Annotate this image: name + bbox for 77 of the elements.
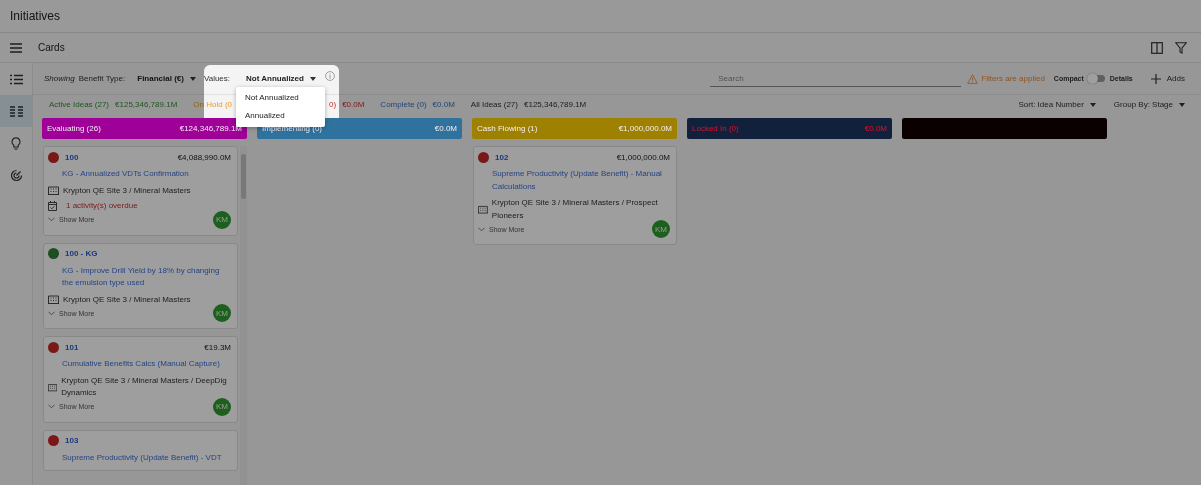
filters-notice: Filters are applied <box>981 74 1045 83</box>
idea-amount: €4,088,990.0M <box>177 152 231 162</box>
showing-label: Showing <box>44 74 75 83</box>
summary-value: €0.0M <box>432 100 455 109</box>
idea-card[interactable]: 103 Supreme Productivity (Update Benefit) - VDT <box>43 429 238 471</box>
building-icon <box>48 382 58 392</box>
filter-icon[interactable] <box>1175 41 1187 54</box>
chevron-icon <box>48 310 55 316</box>
benefit-type-label: Benefit Type: <box>78 74 126 83</box>
idea-number[interactable]: 100 - KG <box>65 249 98 258</box>
idea-amount: €19.3M <box>204 342 231 352</box>
caret-icon <box>189 76 196 81</box>
radar-icon <box>9 168 23 182</box>
plus-icon <box>1150 73 1161 84</box>
stage-name: Locked In (0) <box>692 124 739 133</box>
benefit-type-dropdown[interactable]: Financial (€) <box>137 74 196 83</box>
summary-label[interactable]: Complete (0) <box>380 100 427 109</box>
idea-location: Krypton QE Site 3 / Mineral Masters <box>63 293 191 306</box>
building-icon <box>478 205 488 214</box>
chevron-icon <box>478 226 485 232</box>
idea-amount: €1,000,000.0M <box>616 152 670 162</box>
values-dropdown[interactable]: Not Annualized <box>246 74 316 83</box>
view-toggle[interactable] <box>1088 75 1105 82</box>
idea-title[interactable]: Cumulative Benefits Calcs (Manual Capture) <box>48 358 231 371</box>
window-title: Initiatives <box>10 9 61 23</box>
idea-number[interactable]: 101 <box>65 342 79 352</box>
list-icon <box>9 73 23 85</box>
lightbulb-icon <box>11 136 21 150</box>
stage-name: Evaluating (26) <box>47 124 101 133</box>
idea-location: Krypton QE Site 3 / Mineral Masters / Prospect Pioneers <box>491 197 659 222</box>
stage-amount: €0.0M <box>864 124 887 133</box>
owner-avatar: KM <box>652 220 670 238</box>
summary-label[interactable]: Active Ideas (27) <box>49 100 110 109</box>
caret-icon <box>1179 102 1185 107</box>
idea-title[interactable]: KG - Annualized VDTs Confirmation <box>48 168 231 181</box>
scrollbar[interactable] <box>240 146 247 485</box>
idea-number[interactable]: 100 <box>65 152 79 162</box>
owner-avatar: KM <box>213 304 231 322</box>
idea-location: Krypton QE Site 3 / Mineral Masters / DeepDig Dynamics <box>61 374 228 399</box>
menu-icon[interactable] <box>10 42 22 53</box>
columns-icon[interactable] <box>1151 41 1163 54</box>
menu-option[interactable]: Not Annualized <box>236 89 325 107</box>
owner-avatar: KM <box>213 397 231 416</box>
idea-location: Krypton QE Site 3 / Mineral Masters <box>63 184 191 197</box>
warning-icon <box>967 73 979 84</box>
summary-value: €125,346,789.1M <box>524 100 587 109</box>
chevron-icon <box>48 404 55 409</box>
idea-number[interactable]: 103 <box>65 436 79 445</box>
caret-icon <box>1089 102 1096 107</box>
owner-avatar: KM <box>213 210 231 229</box>
stage-amount: €0.0M <box>434 124 457 133</box>
chevron-icon <box>48 217 55 222</box>
idea-number[interactable]: 102 <box>495 152 509 162</box>
sidebar-item[interactable] <box>0 95 32 127</box>
building-icon <box>48 295 59 305</box>
page-title: Cards <box>38 42 65 53</box>
sort-dropdown[interactable]: Sort: Idea Number <box>1018 100 1096 109</box>
summary-label[interactable]: All Ideas (27) <box>470 100 518 109</box>
stage-amount: €1,000,000.0M <box>618 124 672 133</box>
calendar-icon <box>48 201 57 212</box>
idea-title[interactable]: KG - Improve Drill Yield by 18% by changing the emulsion type used <box>48 264 231 290</box>
building-icon <box>48 186 59 196</box>
idea-title[interactable]: Supreme Productivity (Update Benefit) - VDT <box>48 451 231 464</box>
caret-icon <box>309 76 316 81</box>
overdue-notice: 1 activity(s) overdue <box>65 200 138 212</box>
values-label: Values: <box>203 74 231 83</box>
cards-icon <box>9 105 23 117</box>
group-by-dropdown[interactable]: Group By: Stage <box>1113 100 1185 109</box>
summary-value: €125,346,789.1M <box>115 100 178 109</box>
info-icon[interactable] <box>324 70 335 81</box>
stage-name: Cash Flowing (1) <box>477 124 538 133</box>
stage-amount: €124,346,789.1M <box>179 124 242 133</box>
summary-label[interactable]: 0) <box>329 100 337 109</box>
summary-value: €0.0M <box>342 100 365 109</box>
add-button[interactable]: Adds <box>1150 73 1185 84</box>
menu-option[interactable]: Annualized <box>236 107 325 125</box>
idea-title[interactable]: Supreme Productivity (Update Benefit) - Manual Calculations <box>478 168 670 193</box>
